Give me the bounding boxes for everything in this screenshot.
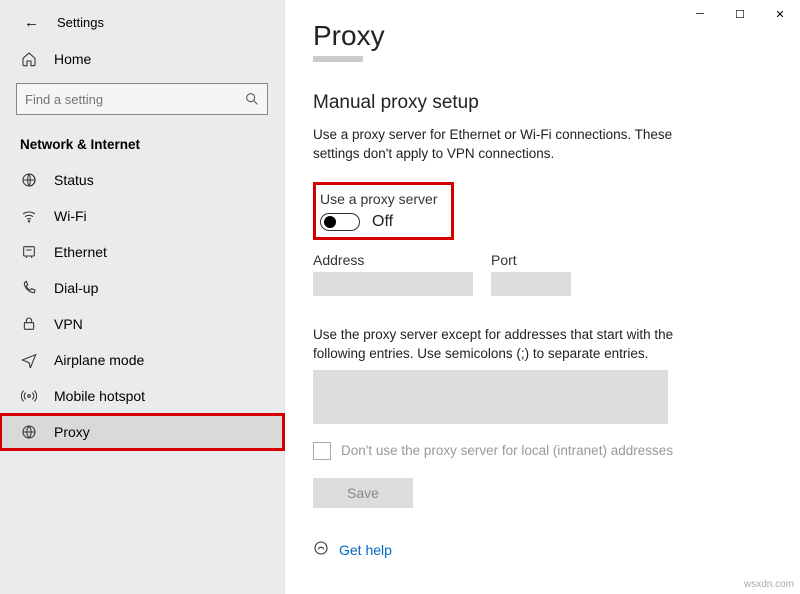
- main-content: Proxy Manual proxy setup Use a proxy ser…: [285, 0, 800, 594]
- nav-home-label: Home: [54, 51, 91, 67]
- back-arrow-icon[interactable]: ←: [24, 14, 39, 31]
- watermark: wsxdn.com: [744, 579, 794, 590]
- use-proxy-label: Use a proxy server: [320, 191, 437, 207]
- dialup-icon: [20, 279, 38, 297]
- home-icon: [20, 50, 38, 68]
- title-underline: [313, 56, 363, 62]
- save-button[interactable]: Save: [313, 478, 413, 508]
- vpn-icon: [20, 315, 38, 333]
- search-icon: [244, 91, 260, 112]
- intranet-check-label: Don't use the proxy server for local (in…: [341, 443, 673, 458]
- sidebar-item-label: Wi-Fi: [54, 208, 87, 224]
- sidebar: ← Settings Home Network & Internet Statu…: [0, 0, 285, 594]
- address-label: Address: [313, 252, 473, 268]
- wifi-icon: [20, 207, 38, 225]
- sidebar-item-airplane[interactable]: Airplane mode: [0, 342, 284, 378]
- sidebar-item-label: Dial-up: [54, 280, 98, 296]
- port-input[interactable]: [491, 272, 571, 296]
- proxy-toggle-highlight: Use a proxy server Off: [313, 182, 454, 240]
- close-button[interactable]: ✕: [760, 0, 800, 28]
- sidebar-item-dialup[interactable]: Dial-up: [0, 270, 284, 306]
- except-desc: Use the proxy server except for addresse…: [313, 326, 703, 364]
- sidebar-item-label: Status: [54, 172, 94, 188]
- port-label: Port: [491, 252, 571, 268]
- minimize-button[interactable]: ─: [680, 0, 720, 28]
- intranet-checkbox[interactable]: [313, 442, 331, 460]
- exceptions-input[interactable]: [313, 370, 668, 424]
- use-proxy-toggle[interactable]: [320, 213, 360, 231]
- address-input[interactable]: [313, 272, 473, 296]
- help-icon: [313, 540, 329, 561]
- nav-home[interactable]: Home: [0, 41, 284, 77]
- ethernet-icon: [20, 243, 38, 261]
- window-title: Settings: [57, 15, 104, 30]
- sidebar-group-title: Network & Internet: [0, 129, 284, 162]
- proxy-icon: [20, 423, 38, 441]
- sidebar-item-label: Ethernet: [54, 244, 107, 260]
- airplane-icon: [20, 351, 38, 369]
- sidebar-item-ethernet[interactable]: Ethernet: [0, 234, 284, 270]
- hotspot-icon: [20, 387, 38, 405]
- sidebar-item-hotspot[interactable]: Mobile hotspot: [0, 378, 284, 414]
- toggle-knob: [324, 216, 336, 228]
- maximize-button[interactable]: ☐: [720, 0, 760, 28]
- get-help-link[interactable]: Get help: [339, 542, 392, 558]
- sidebar-item-label: Mobile hotspot: [54, 388, 145, 404]
- status-icon: [20, 171, 38, 189]
- sidebar-item-label: VPN: [54, 316, 83, 332]
- search-input[interactable]: [16, 83, 268, 115]
- sidebar-item-proxy[interactable]: Proxy: [0, 414, 284, 450]
- sidebar-item-status[interactable]: Status: [0, 162, 284, 198]
- section-desc: Use a proxy server for Ethernet or Wi-Fi…: [313, 126, 693, 164]
- sidebar-item-label: Airplane mode: [54, 352, 144, 368]
- section-heading: Manual proxy setup: [313, 92, 772, 114]
- sidebar-item-wifi[interactable]: Wi-Fi: [0, 198, 284, 234]
- sidebar-item-vpn[interactable]: VPN: [0, 306, 284, 342]
- search-box[interactable]: [16, 83, 268, 115]
- toggle-state-text: Off: [372, 213, 393, 231]
- sidebar-item-label: Proxy: [54, 424, 90, 440]
